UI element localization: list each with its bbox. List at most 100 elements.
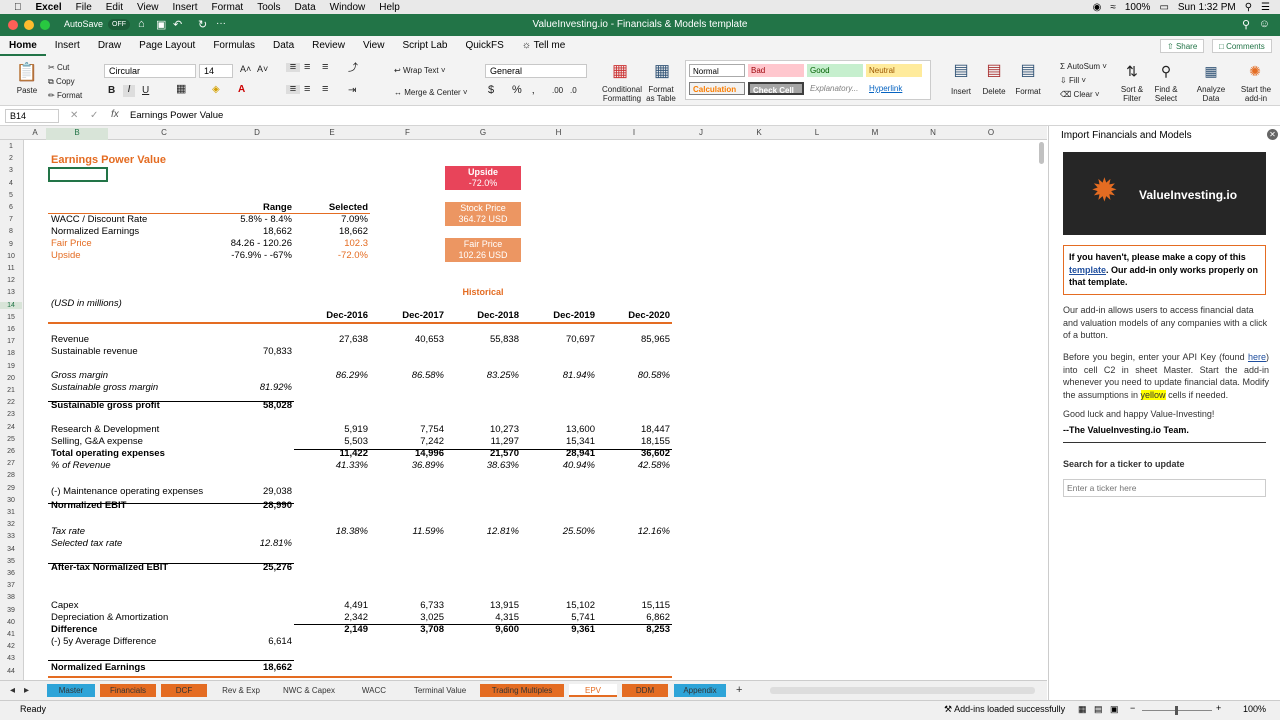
row-header[interactable]: 41 (0, 631, 22, 638)
sheet-tab-wacc[interactable]: WACC (348, 684, 400, 697)
style-bad[interactable]: Bad (748, 64, 804, 77)
zoom-slider-handle[interactable] (1175, 706, 1178, 715)
wifi-icon[interactable]: ≈ (1110, 2, 1116, 13)
page-layout-view-icon[interactable]: ▤ (1094, 704, 1103, 715)
row-header[interactable]: 44 (0, 668, 22, 675)
align-bottom-icon[interactable]: ≡ (322, 62, 328, 73)
sort-filter-button[interactable]: Sort & Filter (1118, 85, 1146, 103)
row-header[interactable]: 9 (0, 241, 22, 248)
zoom-level[interactable]: 100% (1243, 704, 1266, 714)
api-key-link[interactable]: here (1248, 352, 1266, 362)
apple-icon[interactable]:  (14, 2, 22, 13)
align-top-icon[interactable]: ≡ (286, 62, 300, 73)
menu-app[interactable]: Excel (36, 2, 62, 13)
row-header[interactable]: 12 (0, 277, 22, 284)
comments-button[interactable]: □ Comments (1212, 39, 1272, 53)
name-box[interactable]: B14 (5, 109, 59, 123)
row-header[interactable]: 39 (0, 607, 22, 614)
row-header[interactable]: 23 (0, 411, 22, 418)
increase-font-icon[interactable]: A˄ (240, 65, 251, 74)
sheet-tab-nwc-capex[interactable]: NWC & Capex (275, 684, 343, 697)
tab-view[interactable]: View (354, 36, 394, 56)
menu-help[interactable]: Help (379, 2, 400, 13)
sheet-tab-terminal-value[interactable]: Terminal Value (405, 684, 475, 697)
align-middle-icon[interactable]: ≡ (304, 62, 310, 73)
row-header[interactable]: 35 (0, 558, 22, 565)
vertical-scrollbar[interactable] (1039, 142, 1044, 164)
orientation-icon[interactable]: ⤴ (348, 64, 358, 74)
row-header[interactable]: 17 (0, 338, 22, 345)
next-sheet-icon[interactable]: ▸ (24, 684, 29, 697)
delete-cells-button[interactable]: Delete (980, 87, 1008, 96)
column-header[interactable]: K (730, 128, 788, 137)
tab-insert[interactable]: Insert (46, 36, 89, 56)
format-painter-button[interactable]: ✏ Format (48, 91, 82, 100)
analyze-data-button[interactable]: Analyze Data (1195, 85, 1227, 103)
column-header[interactable]: J (672, 128, 730, 137)
analyze-data-icon[interactable]: ▦ (1197, 62, 1225, 80)
enter-icon[interactable]: ✓ (90, 110, 98, 121)
zoom-in-icon[interactable]: + (1216, 703, 1221, 713)
row-header[interactable]: 8 (0, 228, 22, 235)
ticker-search-input[interactable] (1063, 479, 1266, 497)
row-header[interactable]: 36 (0, 570, 22, 577)
fill-button[interactable]: ⇩ Fill ˅ (1060, 76, 1086, 85)
account-icon[interactable]: ☺ (1259, 18, 1270, 30)
row-header[interactable]: 11 (0, 265, 22, 272)
tab-review[interactable]: Review (303, 36, 354, 56)
row-header[interactable]: 38 (0, 594, 22, 601)
row-header[interactable]: 3 (0, 167, 22, 174)
style-good[interactable]: Good (807, 64, 863, 77)
row-header[interactable]: 7 (0, 216, 22, 223)
borders-icon[interactable]: ▦ (176, 84, 186, 95)
insert-cells-button[interactable]: Insert (947, 87, 975, 96)
bold-icon[interactable]: B (108, 86, 115, 96)
zoom-out-icon[interactable]: − (1130, 703, 1135, 713)
cut-button[interactable]: ✂ Cut (48, 63, 69, 72)
merge-center-button[interactable]: ↔ Merge & Center ˅ (394, 88, 468, 97)
row-header[interactable]: 19 (0, 363, 22, 370)
sheet-tab-dcf[interactable]: DCF (161, 684, 207, 697)
row-header[interactable]: 25 (0, 436, 22, 443)
row-header[interactable]: 26 (0, 448, 22, 455)
search-icon[interactable]: ⚲ (1242, 18, 1250, 31)
font-size-select[interactable]: 14 (199, 64, 233, 78)
column-header[interactable]: A (24, 128, 46, 137)
underline-icon[interactable]: U (142, 86, 149, 96)
tab-page-layout[interactable]: Page Layout (130, 36, 204, 56)
tell-me[interactable]: ☼ Tell me (513, 36, 574, 56)
row-header[interactable]: 16 (0, 326, 22, 333)
column-header[interactable]: E (294, 128, 370, 137)
sheet-tab-ddm[interactable]: DDM (622, 684, 668, 697)
start-addin-button[interactable]: Start the add-in (1238, 85, 1274, 103)
page-break-view-icon[interactable]: ▣ (1110, 704, 1119, 715)
menu-tools[interactable]: Tools (257, 2, 280, 13)
comma-icon[interactable]: ‚ (532, 85, 534, 96)
row-header[interactable]: 14 (0, 301, 22, 309)
worksheet-grid[interactable]: Earnings Power Value Upside -72.0% Stock… (24, 140, 1047, 680)
tab-draw[interactable]: Draw (89, 36, 130, 56)
column-header[interactable]: I (596, 128, 672, 137)
tab-formulas[interactable]: Formulas (204, 36, 264, 56)
add-sheet-icon[interactable]: + (736, 684, 742, 697)
menu-edit[interactable]: Edit (106, 2, 123, 13)
row-header[interactable]: 37 (0, 582, 22, 589)
indent-icon[interactable]: ⇥ (348, 86, 356, 96)
format-cells-icon[interactable]: ▤ (1014, 62, 1042, 80)
delete-cells-icon[interactable]: ▤ (980, 62, 1008, 80)
menu-view[interactable]: View (137, 2, 159, 13)
row-header[interactable]: 31 (0, 509, 22, 516)
find-select-button[interactable]: Find & Select (1150, 85, 1182, 103)
menu-data[interactable]: Data (295, 2, 316, 13)
conditional-formatting-button[interactable]: Conditional Formatting (600, 85, 644, 103)
paste-button[interactable]: Paste (12, 86, 42, 95)
row-header[interactable]: 13 (0, 289, 22, 296)
row-header[interactable]: 2 (0, 155, 22, 162)
tab-script-lab[interactable]: Script Lab (393, 36, 456, 56)
increase-decimal-icon[interactable]: .00 (552, 86, 563, 95)
tab-home[interactable]: Home (0, 36, 46, 56)
format-as-table-button[interactable]: Format as Table (644, 85, 678, 103)
control-center-icon[interactable]: ☰ (1261, 2, 1270, 13)
style-hyperlink[interactable]: Hyperlink (866, 82, 922, 95)
percent-icon[interactable]: % (512, 85, 522, 96)
